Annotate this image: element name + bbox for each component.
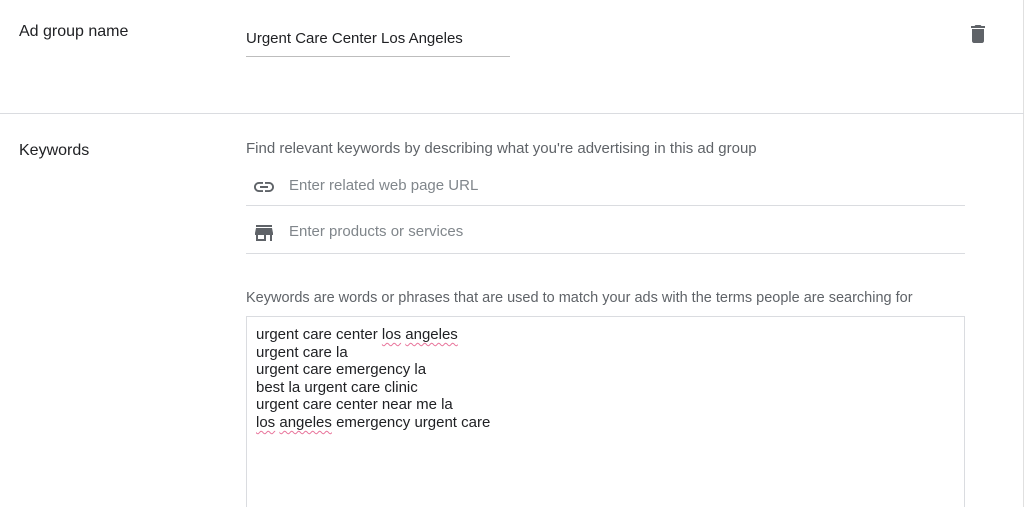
spellcheck-word: los (381, 326, 402, 343)
keyword-line: urgent care emergency la (256, 361, 427, 379)
store-icon (252, 221, 276, 245)
keywords-label: Keywords (19, 142, 90, 159)
products-services-row (246, 210, 965, 254)
link-icon (252, 175, 276, 199)
ad-group-name-label: Ad group name (19, 23, 129, 40)
keywords-hint: Find relevant keywords by describing wha… (246, 140, 757, 157)
related-url-input[interactable] (289, 177, 949, 194)
products-services-input[interactable] (289, 223, 949, 240)
related-url-row (246, 166, 965, 206)
keywords-description: Keywords are words or phrases that are u… (246, 290, 913, 306)
trash-icon (971, 25, 985, 43)
ad-group-name-value[interactable]: Urgent Care Center Los Angeles (246, 30, 463, 47)
keyword-line: los angeles emergency urgent care (256, 413, 491, 431)
keywords-textarea[interactable]: urgent care center los angeles urgent ca… (246, 316, 965, 507)
keyword-line: urgent care center near me la (256, 396, 453, 414)
section-divider (0, 113, 1024, 114)
delete-ad-group-button[interactable] (966, 22, 990, 46)
spellcheck-word: angeles (405, 326, 458, 343)
keyword-line: best la urgent care clinic (256, 378, 418, 396)
spellcheck-word: angeles (279, 413, 332, 431)
ad-group-editor: Ad group name Urgent Care Center Los Ang… (0, 0, 1024, 507)
keyword-line: urgent care center los angeles (256, 326, 458, 343)
spellcheck-word: los (256, 413, 276, 431)
ad-group-name-field[interactable]: Urgent Care Center Los Angeles (246, 26, 510, 57)
keyword-line: urgent care la (256, 343, 348, 361)
